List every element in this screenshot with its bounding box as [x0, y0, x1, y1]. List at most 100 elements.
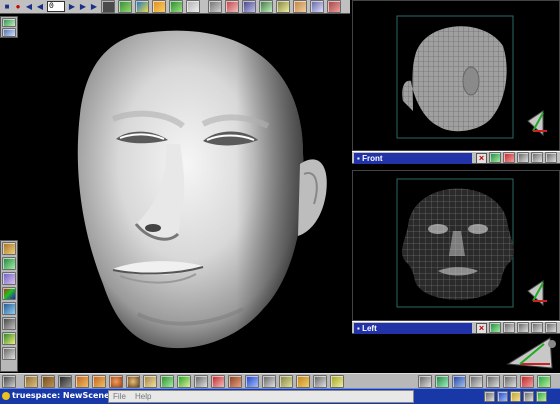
main-toolbar: ■ ● ◀ ◀ 0 ▶ ▶ ▶: [0, 0, 350, 14]
stamp-icon[interactable]: [435, 375, 449, 388]
left-label-text: Left: [362, 324, 377, 333]
menu-help[interactable]: Help: [135, 392, 151, 401]
rewind-icon[interactable]: ◀: [24, 1, 34, 12]
grid-icon[interactable]: [118, 0, 132, 13]
lathe-icon[interactable]: [452, 375, 466, 388]
axes-icon[interactable]: [276, 0, 290, 13]
cone-icon[interactable]: [92, 375, 106, 388]
left-view-label: ▪ Left: [354, 323, 472, 334]
cut-icon[interactable]: [327, 0, 341, 13]
zoom-icon[interactable]: [310, 0, 324, 13]
hammer-icon[interactable]: [2, 317, 16, 330]
image-icon[interactable]: [2, 332, 16, 345]
head-model-render: [77, 30, 327, 349]
tray-icon-1[interactable]: [484, 391, 495, 402]
left-viewport-titlebar: ▪ Left ×: [352, 321, 560, 334]
dome-icon[interactable]: [194, 375, 208, 388]
truespace-logo-icon: [2, 392, 10, 400]
front-wireframe-render: [396, 15, 547, 139]
bone-icon[interactable]: [330, 375, 344, 388]
figure-icon[interactable]: [262, 375, 276, 388]
text-icon[interactable]: [296, 375, 310, 388]
tray-icon-2[interactable]: [497, 391, 508, 402]
window-title[interactable]: truespace: NewScene47: [12, 391, 121, 400]
eye-rotate-icon[interactable]: [531, 322, 543, 333]
piano-icon[interactable]: [58, 375, 72, 388]
landscape-icon[interactable]: [2, 302, 16, 315]
plane-icon[interactable]: [2, 375, 16, 388]
view-nav-icon[interactable]: [489, 152, 501, 163]
cone-icon[interactable]: [152, 0, 166, 13]
primitives-toolbar: [0, 373, 560, 388]
torus-icon[interactable]: [177, 375, 191, 388]
tail-icon[interactable]: [486, 375, 500, 388]
stop-icon[interactable]: ■: [2, 1, 12, 12]
front-viewport[interactable]: [352, 0, 560, 151]
left-close-button[interactable]: ×: [476, 323, 487, 334]
tray-icon-5[interactable]: [536, 391, 547, 402]
wand-icon[interactable]: [186, 0, 200, 13]
front-view-label: ▪ Front: [354, 153, 472, 164]
play-icon[interactable]: ▶: [78, 1, 88, 12]
view-mode-icon[interactable]: [503, 322, 515, 333]
nurbs-icon[interactable]: [160, 375, 174, 388]
record-icon[interactable]: ●: [13, 1, 23, 12]
sphere-icon[interactable]: [208, 0, 222, 13]
left-mini-toolbar: [0, 16, 18, 38]
eye-move-icon[interactable]: [517, 152, 529, 163]
boolean-icon[interactable]: [503, 375, 517, 388]
render-icon[interactable]: [520, 375, 534, 388]
bevel-icon[interactable]: [211, 375, 225, 388]
checker-icon[interactable]: [245, 375, 259, 388]
left-tool-palette: [0, 240, 18, 372]
link-icon[interactable]: [293, 0, 307, 13]
sweep-icon[interactable]: [469, 375, 483, 388]
wood-icon[interactable]: [24, 375, 38, 388]
folder-icon[interactable]: [2, 242, 16, 255]
sphere-icon[interactable]: [109, 375, 123, 388]
system-tray: [484, 391, 558, 403]
palette-icon[interactable]: [2, 287, 16, 300]
shapes-icon[interactable]: [75, 375, 89, 388]
frame-number-input[interactable]: 0: [47, 1, 65, 12]
eye-zoom-icon[interactable]: [545, 152, 557, 163]
texture-icon[interactable]: [41, 375, 55, 388]
eye-rotate-icon[interactable]: [531, 152, 543, 163]
brown-sphere-icon[interactable]: [126, 375, 140, 388]
view-mode-icon[interactable]: [503, 152, 515, 163]
film-icon[interactable]: [101, 0, 115, 13]
front-close-button[interactable]: ×: [476, 153, 487, 164]
cube-icon[interactable]: [135, 0, 149, 13]
rotate-icon[interactable]: [225, 0, 239, 13]
step-back-icon[interactable]: ◀: [35, 1, 45, 12]
tools-icon[interactable]: [2, 347, 16, 360]
left-wireframe-render: [396, 178, 547, 308]
eye-zoom-icon[interactable]: [545, 322, 557, 333]
grid-icon[interactable]: [143, 375, 157, 388]
spline-icon[interactable]: [313, 375, 327, 388]
paint-icon[interactable]: [2, 272, 16, 285]
front-viewport-titlebar: ▪ Front ×: [352, 151, 560, 164]
tray-icon-3[interactable]: [510, 391, 521, 402]
navigation-widget[interactable]: [500, 334, 560, 372]
perspective-viewport[interactable]: [18, 14, 348, 372]
object-info-icon[interactable]: [2, 28, 16, 37]
view-nav-icon[interactable]: [489, 322, 501, 333]
paint-icon[interactable]: [228, 375, 242, 388]
taskbar: truespace: NewScene47 File Help: [0, 388, 560, 404]
scale-icon[interactable]: [242, 0, 256, 13]
grid-icon[interactable]: [2, 257, 16, 270]
step-forward-icon[interactable]: ▶: [67, 1, 77, 12]
face-icon[interactable]: [279, 375, 293, 388]
deform-icon[interactable]: [418, 375, 432, 388]
eye-move-icon[interactable]: [517, 322, 529, 333]
move-icon[interactable]: [259, 0, 273, 13]
light-icon[interactable]: [169, 0, 183, 13]
front-label-text: Front: [362, 154, 383, 163]
grid-toggle-icon[interactable]: [537, 375, 551, 388]
left-viewport[interactable]: [352, 170, 560, 321]
fast-forward-icon[interactable]: ▶: [89, 1, 99, 12]
object-tool-icon[interactable]: [2, 18, 16, 27]
menu-file[interactable]: File: [113, 392, 126, 401]
tray-icon-4[interactable]: [523, 391, 534, 402]
